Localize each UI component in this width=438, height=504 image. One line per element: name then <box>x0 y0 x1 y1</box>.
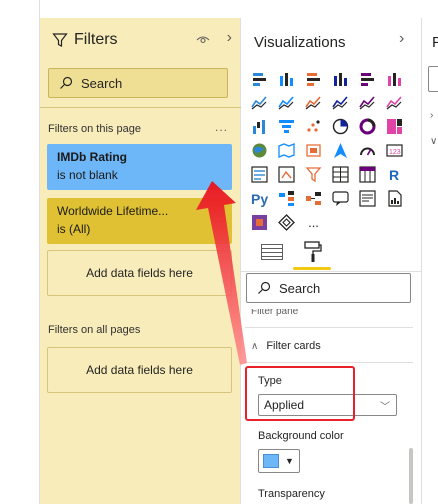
key-influencers-icon[interactable] <box>273 186 300 210</box>
collapse-visualizations-icon[interactable]: › <box>399 30 404 48</box>
line-chart-icon[interactable] <box>246 90 273 114</box>
chevron-right-icon[interactable]: › <box>430 110 433 121</box>
filters-search-input[interactable]: Search <box>48 68 228 98</box>
filter-icon <box>52 33 68 47</box>
python-visual-icon[interactable]: Py <box>246 186 273 210</box>
collapse-filters-icon[interactable]: › <box>227 29 232 47</box>
chevron-up-icon: ∧ <box>251 340 259 352</box>
filter-pane-section-label: Filter pane <box>251 309 299 317</box>
visualizations-title: Visualizations <box>254 34 346 51</box>
filter-card-subtitle: is not blank <box>57 168 118 182</box>
line-clustered-column-icon[interactable] <box>327 90 354 114</box>
line-stacked-column-icon[interactable] <box>354 90 381 114</box>
filters-pane: Filters › Search Filters on this page ..… <box>40 18 241 504</box>
100-stacked-column-icon[interactable] <box>381 66 408 90</box>
filter-card-title: Worldwide Lifetime... <box>57 204 169 218</box>
add-data-fields-all-pages-dropzone[interactable]: Add data fields here <box>47 347 232 393</box>
card-icon[interactable]: 123 <box>381 138 408 162</box>
matrix-icon[interactable] <box>354 162 381 186</box>
shape-map-icon[interactable] <box>300 138 327 162</box>
slicer-icon[interactable] <box>300 162 327 186</box>
r-visual-icon[interactable]: R <box>381 162 408 186</box>
filters-title: Filters <box>74 31 118 48</box>
filters-header: Filters › <box>52 29 232 50</box>
filter-cards-section-header[interactable]: ∧ Filter cards <box>251 340 321 352</box>
narrative-icon[interactable] <box>354 186 381 210</box>
stacked-bar-icon[interactable] <box>246 66 273 90</box>
pane-search-fragment[interactable] <box>428 66 438 92</box>
search-icon <box>60 76 73 89</box>
power-automate-icon[interactable] <box>273 210 300 234</box>
map-icon[interactable] <box>246 138 273 162</box>
color-swatch <box>263 454 279 468</box>
svg-text:R: R <box>389 167 399 183</box>
background-color-picker[interactable]: ▼ <box>258 449 300 473</box>
filter-pane-section-header[interactable]: Filter pane <box>251 309 298 317</box>
caret-down-icon: ▼ <box>285 456 294 466</box>
svg-text:Py: Py <box>251 191 268 207</box>
area-chart-icon[interactable] <box>273 90 300 114</box>
power-apps-icon[interactable] <box>246 210 273 234</box>
search-icon <box>258 281 271 294</box>
format-paint-roller-icon[interactable] <box>301 240 325 264</box>
stacked-area-icon[interactable] <box>300 90 327 114</box>
funnel-icon[interactable] <box>273 114 300 138</box>
svg-text:123: 123 <box>389 149 401 156</box>
eye-icon[interactable] <box>196 34 210 46</box>
clustered-bar-icon[interactable] <box>300 66 327 90</box>
azure-map-icon[interactable] <box>327 138 354 162</box>
gauge-icon[interactable] <box>354 138 381 162</box>
report-canvas <box>0 0 40 504</box>
active-tab-indicator <box>293 267 331 270</box>
treemap-icon[interactable] <box>381 114 408 138</box>
clustered-column-icon[interactable] <box>327 66 354 90</box>
add-data-fields-page-dropzone[interactable]: Add data fields here <box>47 250 232 296</box>
multi-row-card-icon[interactable] <box>246 162 273 186</box>
filters-on-this-page-label: Filters on this page <box>48 123 141 135</box>
pie-chart-icon[interactable] <box>327 114 354 138</box>
divider <box>245 327 413 328</box>
transparency-label: Transparency <box>258 488 325 500</box>
format-search-input[interactable]: Search <box>246 273 411 303</box>
stacked-column-icon[interactable] <box>273 66 300 90</box>
scatter-icon[interactable] <box>300 114 327 138</box>
annotation-highlight-box <box>245 366 355 421</box>
more-options-icon[interactable]: ... <box>215 120 228 134</box>
scrollbar[interactable] <box>409 448 413 504</box>
visualizations-tabs <box>241 236 421 272</box>
chevron-down-icon: ﹀ <box>380 402 390 413</box>
ribbon-chart-icon[interactable] <box>381 90 408 114</box>
divider <box>40 107 241 108</box>
next-pane-edge: F › ∨ <box>421 18 438 504</box>
qa-icon[interactable] <box>327 186 354 210</box>
filled-map-icon[interactable] <box>273 138 300 162</box>
fields-tab-icon[interactable] <box>261 244 283 260</box>
decomposition-tree-icon[interactable] <box>300 186 327 210</box>
visual-icons-grid: 123 R Py... <box>246 66 412 234</box>
add-data-fields-label: Add data fields here <box>86 266 193 280</box>
table-icon[interactable] <box>327 162 354 186</box>
more-visuals-icon[interactable]: ... <box>300 210 327 234</box>
filter-cards-label: Filter cards <box>266 340 321 352</box>
chevron-down-icon[interactable]: ∨ <box>430 136 437 147</box>
add-data-fields-label: Add data fields here <box>86 363 193 377</box>
format-search-placeholder: Search <box>279 280 321 296</box>
paginated-report-icon[interactable] <box>381 186 408 210</box>
100-stacked-bar-icon[interactable] <box>354 66 381 90</box>
filter-card-title: IMDb Rating <box>57 150 127 164</box>
filter-card-subtitle: is (All) <box>57 222 91 236</box>
filters-search-placeholder: Search <box>81 75 123 91</box>
waterfall-icon[interactable] <box>246 114 273 138</box>
background-color-label: Background color <box>258 430 344 442</box>
donut-chart-icon[interactable] <box>354 114 381 138</box>
divider <box>245 362 413 363</box>
filters-on-all-pages-label: Filters on all pages <box>48 324 141 336</box>
kpi-icon[interactable] <box>273 162 300 186</box>
filter-card-worldwide-lifetime[interactable]: Worldwide Lifetime... is (All) <box>47 198 232 244</box>
pane-title-fragment: F <box>432 34 438 51</box>
filter-card-imdb-rating[interactable]: IMDb Rating is not blank <box>47 144 232 190</box>
visualizations-pane: Visualizations › 123 R Py... Search Filter… <box>241 18 421 504</box>
